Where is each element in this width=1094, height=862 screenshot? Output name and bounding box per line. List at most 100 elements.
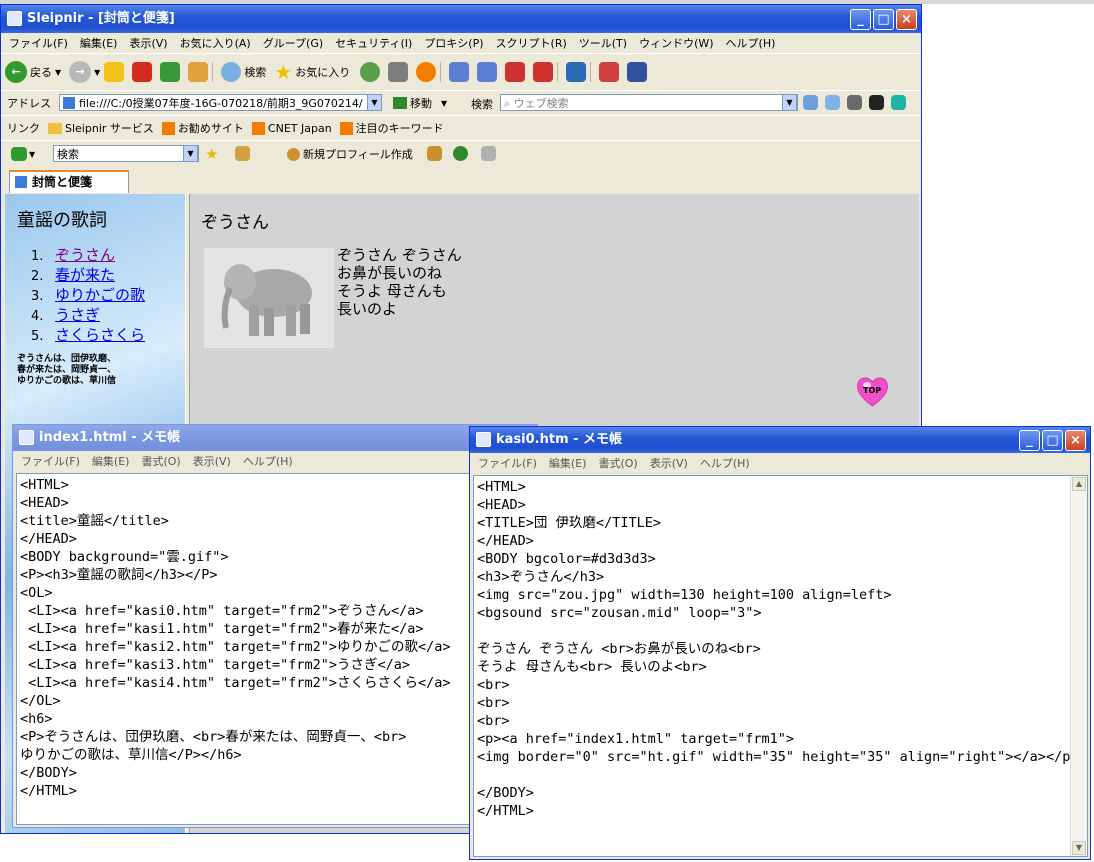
lightning-icon[interactable]	[453, 146, 468, 161]
refresh-icon[interactable]	[160, 62, 181, 82]
menu-item[interactable]: お気に入り(A)	[180, 35, 251, 51]
link-cnet[interactable]: CNET Japan	[251, 121, 332, 135]
menu-item[interactable]: セキュリティ(I)	[335, 35, 412, 51]
minimize-button[interactable]: _	[1019, 430, 1040, 451]
menu-item[interactable]: 編集(E)	[80, 35, 118, 51]
proxy-icon[interactable]	[599, 62, 620, 82]
maximize-button[interactable]: □	[1042, 430, 1063, 451]
menu-item[interactable]: プロキシ(P)	[424, 35, 483, 51]
song-list-item: 5. さくらさくら	[31, 326, 145, 346]
highlight-icon[interactable]	[825, 95, 840, 110]
code-line: <br>	[477, 695, 510, 711]
close-button[interactable]: ×	[1065, 430, 1086, 451]
bar-search-input[interactable]: 検索	[53, 145, 199, 162]
menu-item[interactable]: ウィンドウ(W)	[639, 35, 713, 51]
menu-item[interactable]: ヘルプ(H)	[700, 455, 750, 471]
menu-item[interactable]: ファイル(F)	[478, 455, 537, 471]
notepad2-text-area[interactable]: <HTML> <HEAD> <TITLE>団 伊玖磨</TITLE> </HEAD> <…	[473, 475, 1088, 857]
menu-item[interactable]: ツール(T)	[579, 35, 627, 51]
new-profile-button[interactable]: 新規プロフィール作成	[287, 146, 413, 162]
link-sleipnir-service[interactable]: Sleipnir サービス	[48, 120, 154, 136]
flag-icon[interactable]	[627, 62, 648, 82]
menu-item[interactable]: 表示(V)	[129, 35, 167, 51]
vertical-scrollbar[interactable]: ▲ ▼	[1070, 476, 1087, 856]
song-list: 1. ぞうさん 2. 春が来た 3. ゆりかごの歌 4. うさぎ 5. さくらさくら	[31, 246, 145, 346]
sleipnir-app-icon	[7, 11, 22, 26]
menu-item[interactable]: 表示(V)	[650, 455, 688, 471]
feather-icon[interactable]	[481, 146, 496, 161]
rss-icon[interactable]	[416, 62, 437, 82]
scroll-down-arrow[interactable]: ▼	[1072, 841, 1086, 855]
search-go-icon[interactable]	[803, 95, 818, 110]
menu-item[interactable]: スクリプト(R)	[496, 35, 567, 51]
address-input[interactable]: file:///C:/0授業07年度-16G-070218/前期3_9G0702…	[59, 94, 381, 111]
close-right-tabs-icon[interactable]	[533, 62, 554, 82]
tab-page[interactable]: 封筒と便箋	[9, 170, 129, 193]
notepad-icon	[19, 430, 34, 445]
star-icon: ★	[274, 60, 293, 84]
history-icon[interactable]	[360, 62, 381, 82]
notepad1-title: index1.html - メモ帳	[39, 430, 181, 445]
up-folder-icon[interactable]	[104, 62, 125, 82]
amazon-icon[interactable]	[869, 95, 884, 110]
link-recommended[interactable]: お勧めサイト	[161, 120, 244, 136]
gadget-icon[interactable]	[235, 146, 250, 161]
pen-icon[interactable]	[847, 95, 862, 110]
window-cascade-icon[interactable]	[449, 62, 470, 82]
song-list-item: 3. ゆりかごの歌	[31, 286, 145, 306]
browser-menubar: ファイル(F) 編集(E) 表示(V) お気に入り(A) グループ(G) セキュリティ(I…	[1, 33, 921, 53]
maximize-button[interactable]: □	[873, 9, 894, 30]
n-logo-icon[interactable]	[891, 95, 906, 110]
menu-item[interactable]: 書式(O)	[141, 453, 180, 469]
song-link[interactable]: うさぎ	[55, 306, 100, 324]
minimize-button[interactable]: _	[850, 9, 871, 30]
ie-page-icon	[15, 176, 27, 188]
top-heart-button[interactable]: TOP	[855, 374, 890, 409]
search-dropdown-arrow[interactable]: ▼	[782, 94, 797, 111]
code-line: <br>	[477, 713, 510, 729]
menu-item[interactable]: ファイル(F)	[9, 35, 68, 51]
song-link[interactable]: 春が来た	[55, 266, 115, 284]
go-arrow-icon	[393, 97, 407, 109]
song-link[interactable]: ぞうさん	[55, 246, 115, 264]
go-button[interactable]: 移動 ▼	[393, 95, 447, 111]
fullscreen-icon[interactable]	[566, 62, 587, 82]
song-number: 3.	[31, 289, 44, 304]
menu-item[interactable]: 書式(O)	[598, 455, 637, 471]
code-line: <HTML>	[477, 479, 526, 495]
robot-icon[interactable]	[11, 147, 27, 161]
notepad2-titlebar[interactable]: kasi0.htm - メモ帳 _ □ ×	[470, 427, 1090, 453]
menu-item[interactable]: 編集(E)	[549, 455, 587, 471]
menu-item[interactable]: ヘルプ(H)	[726, 35, 776, 51]
back-button[interactable]: ← 戻る ▼	[5, 61, 61, 83]
plugin-icon[interactable]	[427, 146, 442, 161]
address-dropdown-arrow[interactable]: ▼	[367, 94, 382, 111]
song-link[interactable]: ゆりかごの歌	[55, 286, 145, 304]
web-search-input[interactable]: ⌕ ウェブ検索	[500, 94, 798, 111]
menu-item[interactable]: 表示(V)	[193, 453, 231, 469]
credit-line: ぞうさんは、団伊玖磨、	[17, 354, 117, 364]
menu-item[interactable]: ヘルプ(H)	[243, 453, 293, 469]
search-button[interactable]: 検索	[221, 62, 266, 82]
tree-icon[interactable]	[388, 62, 409, 82]
star-add-icon[interactable]: ★	[205, 145, 218, 163]
bar-search-dropdown-arrow[interactable]: ▼	[183, 145, 198, 162]
link-keywords[interactable]: 注目のキーワード	[339, 120, 444, 136]
forward-button[interactable]: → ▼	[69, 61, 100, 83]
favorites-button[interactable]: ★ お気に入り	[274, 60, 350, 84]
notepad1-titlebar[interactable]: index1.html - メモ帳	[13, 425, 537, 451]
home-icon[interactable]	[188, 62, 209, 82]
menu-item[interactable]: ファイル(F)	[21, 453, 80, 469]
menu-item[interactable]: グループ(G)	[263, 35, 323, 51]
code-line: <BODY background="雲.gif">	[20, 549, 229, 565]
notepad1-text-area[interactable]: <HTML> <HEAD> <title>童謡</title> </HEAD> <BOD…	[16, 473, 535, 825]
stop-icon[interactable]	[132, 62, 153, 82]
menu-item[interactable]: 編集(E)	[92, 453, 130, 469]
browser-titlebar[interactable]: Sleipnir - [封筒と便箋] _ □ ×	[1, 5, 921, 33]
window-tile-icon[interactable]	[477, 62, 498, 82]
scroll-up-arrow[interactable]: ▲	[1072, 477, 1086, 491]
close-left-tabs-icon[interactable]	[505, 62, 526, 82]
close-button[interactable]: ×	[896, 9, 917, 30]
song-number: 5.	[31, 329, 44, 344]
song-link[interactable]: さくらさくら	[55, 326, 145, 344]
